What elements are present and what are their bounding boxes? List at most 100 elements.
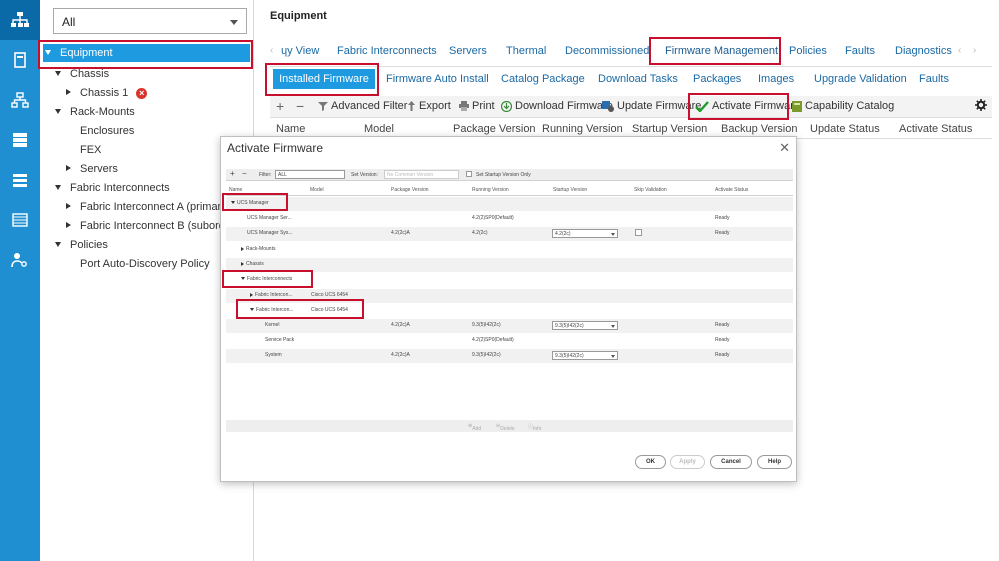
- tab-diagnostics[interactable]: Diagnostics: [895, 45, 952, 57]
- table-row[interactable]: Kernel 4.2(2c)A 9.3(5)I42(2c) 9.3(5)I42(…: [226, 319, 793, 333]
- subtab-download-tasks[interactable]: Download Tasks: [598, 73, 678, 85]
- tree-item-chassis-1[interactable]: Chassis 1 ×: [66, 84, 148, 102]
- table-row[interactable]: UCS Manager Sys... 4.2(2c)A 4.2(2c) 4.2(…: [226, 227, 793, 241]
- subtab-packages[interactable]: Packages: [693, 73, 741, 85]
- col-package-version[interactable]: Package Version: [453, 123, 536, 135]
- print-button[interactable]: Print: [459, 100, 495, 112]
- footer-delete-button[interactable]: ⊖ Delete: [496, 423, 515, 432]
- vm-nav-icon[interactable]: [8, 168, 32, 192]
- tree-item-port-auto-discovery[interactable]: Port Auto-Discovery Policy: [80, 255, 210, 273]
- collapse-arrow-icon[interactable]: [66, 89, 71, 96]
- dlg-col-name[interactable]: Name: [229, 187, 242, 193]
- advanced-filter-button[interactable]: Advanced Filter: [318, 100, 407, 112]
- lan-nav-icon[interactable]: [8, 88, 32, 112]
- export-button[interactable]: Export: [407, 100, 451, 112]
- startup-version-select[interactable]: 9.3(5)I42(2c): [552, 321, 618, 330]
- col-name[interactable]: Name: [276, 123, 305, 135]
- subtab-images[interactable]: Images: [758, 73, 794, 85]
- table-row[interactable]: Fabric Intercon... Cisco UCS 6454: [226, 289, 793, 303]
- activate-firmware-button[interactable]: Activate Firmware: [695, 100, 800, 112]
- tab-firmware-management[interactable]: Firmware Management: [665, 45, 778, 57]
- tree-item-servers[interactable]: Servers: [66, 160, 118, 178]
- collapse-arrow-icon[interactable]: [66, 165, 71, 172]
- table-row[interactable]: UCS Manager Ser... 4.2(2)SP0(Default) Re…: [226, 212, 793, 226]
- expand-arrow-icon[interactable]: [241, 277, 245, 281]
- tree-item-fabric-interconnects[interactable]: Fabric Interconnects: [55, 179, 170, 197]
- tree-item-chassis[interactable]: Chassis: [55, 65, 109, 83]
- cancel-button[interactable]: Cancel: [710, 455, 752, 469]
- dlg-col-running-version[interactable]: Running Version: [472, 187, 509, 193]
- tree-item-enclosures[interactable]: Enclosures: [80, 122, 134, 140]
- subtab-upgrade-validation[interactable]: Upgrade Validation: [814, 73, 907, 85]
- subtab-faults[interactable]: Faults: [919, 73, 949, 85]
- col-model[interactable]: Model: [364, 123, 394, 135]
- tree-item-rack-mounts[interactable]: Rack-Mounts: [55, 103, 135, 121]
- collapse-arrow-icon[interactable]: [241, 261, 244, 266]
- subtab-firmware-auto-install[interactable]: Firmware Auto Install: [386, 73, 489, 85]
- expand-arrow-icon[interactable]: [250, 308, 254, 312]
- collapse-arrow-icon[interactable]: [241, 246, 244, 251]
- tab-decommissioned[interactable]: Decommissioned: [565, 45, 649, 57]
- collapse-arrow-icon[interactable]: [250, 292, 253, 297]
- expand-arrow-icon[interactable]: [55, 241, 61, 247]
- col-update-status[interactable]: Update Status: [810, 123, 880, 135]
- expand-arrow-icon[interactable]: [55, 108, 61, 114]
- table-row[interactable]: Fabric Interconnects: [226, 273, 793, 287]
- col-backup-version[interactable]: Backup Version: [721, 123, 797, 135]
- tab-policies[interactable]: Policies: [789, 45, 827, 57]
- tree-item-policies[interactable]: Policies: [55, 236, 108, 254]
- expand-arrow-icon[interactable]: [231, 201, 235, 205]
- table-row[interactable]: Chassis: [226, 258, 793, 272]
- footer-info-button[interactable]: ⓘ Info: [528, 423, 541, 432]
- table-row[interactable]: Rack-Mounts: [226, 243, 793, 257]
- tree-item-fi-a[interactable]: Fabric Interconnect A (primary): [66, 198, 230, 216]
- skip-validation-checkbox[interactable]: [635, 229, 642, 236]
- settings-gear-button[interactable]: [975, 99, 990, 111]
- san-nav-icon[interactable]: [8, 128, 32, 152]
- tab-faults[interactable]: Faults: [845, 45, 875, 57]
- dlg-col-model[interactable]: Model: [310, 187, 324, 193]
- tabs-scroll-right-icon[interactable]: ›: [973, 45, 976, 56]
- equipment-nav-icon[interactable]: [0, 0, 40, 40]
- dlg-col-skip-validation[interactable]: Skip Validation: [634, 187, 667, 193]
- download-firmware-button[interactable]: Download Firmware: [501, 100, 613, 112]
- tree-item-equipment[interactable]: Equipment: [45, 44, 113, 62]
- nav-filter-select[interactable]: All: [53, 8, 247, 34]
- filter-select[interactable]: ALL: [275, 170, 345, 179]
- dialog-add-button[interactable]: +: [230, 169, 235, 178]
- dlg-col-activate-status[interactable]: Activate Status: [715, 187, 748, 193]
- table-row[interactable]: System 4.2(2c)A 9.3(5)I42(2c) 9.3(5)I42(…: [226, 349, 793, 363]
- footer-add-button[interactable]: ⊕ Add: [468, 423, 481, 432]
- apply-button[interactable]: Apply: [670, 455, 705, 469]
- subtab-catalog-package[interactable]: Catalog Package: [501, 73, 585, 85]
- dlg-col-package-version[interactable]: Package Version: [391, 187, 429, 193]
- update-firmware-button[interactable]: Update Firmware: [602, 100, 701, 112]
- help-button[interactable]: Help: [757, 455, 792, 469]
- expand-arrow-icon[interactable]: [55, 70, 61, 76]
- table-row[interactable]: Fabric Intercon... Cisco UCS 6454: [226, 304, 793, 318]
- capability-catalog-button[interactable]: Capability Catalog: [792, 100, 894, 112]
- col-activate-status[interactable]: Activate Status: [899, 123, 972, 135]
- subtab-installed-firmware[interactable]: Installed Firmware: [273, 69, 375, 89]
- startup-version-select[interactable]: 4.2(2c): [552, 229, 618, 238]
- ok-button[interactable]: OK: [635, 455, 666, 469]
- tab-topology-view[interactable]: ɥy View: [281, 45, 319, 57]
- dialog-remove-button[interactable]: −: [242, 169, 247, 178]
- tree-item-fex[interactable]: FEX: [80, 141, 101, 159]
- table-row[interactable]: UCS Manager: [226, 197, 793, 211]
- tab-fabric-interconnects[interactable]: Fabric Interconnects: [337, 45, 437, 57]
- collapse-arrow-icon[interactable]: [66, 222, 71, 229]
- tabs-scroll-left-icon[interactable]: ‹: [958, 45, 961, 56]
- tab-servers[interactable]: Servers: [449, 45, 487, 57]
- admin-nav-icon[interactable]: [8, 248, 32, 272]
- col-startup-version[interactable]: Startup Version: [632, 123, 707, 135]
- col-running-version[interactable]: Running Version: [542, 123, 623, 135]
- close-icon[interactable]: ✕: [779, 140, 790, 156]
- collapse-arrow-icon[interactable]: [66, 203, 71, 210]
- set-startup-only-checkbox[interactable]: [466, 171, 472, 177]
- tab-thermal[interactable]: Thermal: [506, 45, 546, 57]
- remove-button[interactable]: −: [296, 98, 304, 114]
- expand-arrow-icon[interactable]: [45, 49, 51, 55]
- servers-nav-icon[interactable]: [8, 48, 32, 72]
- tabs-scroll-left-icon[interactable]: ‹: [270, 45, 273, 56]
